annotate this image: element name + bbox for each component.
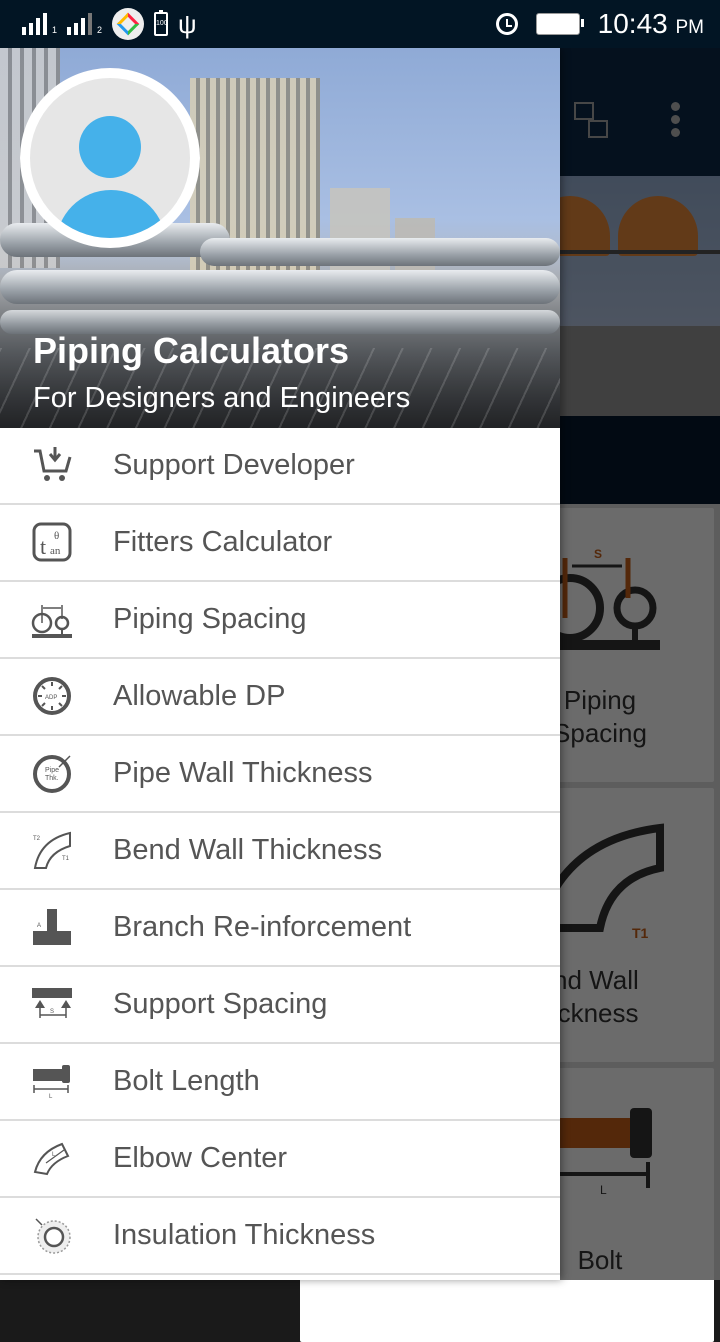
svg-text:θ: θ xyxy=(54,530,59,542)
elbow-icon: L xyxy=(30,1138,74,1178)
svg-text:L: L xyxy=(49,1094,53,1100)
battery-small-label: 100 xyxy=(156,20,168,27)
usb-icon: ψ xyxy=(178,9,197,39)
svg-text:ADP: ADP xyxy=(45,695,57,701)
menu-item-bend-wall-thickness[interactable]: T2 T1 Bend Wall Thickness xyxy=(0,813,560,890)
drawer-menu: Support Developer t an θ Fitters Calculato… xyxy=(0,428,560,1275)
sim2-label: 2 xyxy=(97,25,103,35)
menu-item-support-spacing[interactable]: S Support Spacing xyxy=(0,967,560,1044)
svg-text:an: an xyxy=(50,545,61,557)
clock: 10:43 PM xyxy=(598,8,704,40)
branch-tee-icon: A xyxy=(30,907,74,947)
menu-item-label: Elbow Center xyxy=(113,1142,288,1174)
support-spacing-icon: S xyxy=(30,984,74,1024)
svg-text:T2: T2 xyxy=(33,836,41,842)
menu-item-piping-spacing[interactable]: Piping Spacing xyxy=(0,582,560,659)
menu-item-label: Fitters Calculator xyxy=(113,526,333,558)
menu-item-label: Bolt Length xyxy=(113,1065,260,1097)
menu-item-bolt-length[interactable]: L Bolt Length xyxy=(0,1044,560,1121)
pipe-graphic xyxy=(0,270,560,304)
menu-item-allowable-dp[interactable]: ADP Allowable DP xyxy=(0,659,560,736)
pipe-thickness-icon: Pipe Thk. xyxy=(30,753,74,793)
pipe-graphic xyxy=(200,238,560,266)
drawer-subtitle: For Designers and Engineers xyxy=(33,382,411,414)
signal-sim1-icon: 1 xyxy=(22,13,57,35)
app-notification-icon xyxy=(112,8,145,40)
menu-item-support-developer[interactable]: Support Developer xyxy=(0,428,560,505)
battery-icon xyxy=(535,13,584,35)
default-user-avatar-icon xyxy=(30,78,190,238)
menu-item-branch-reinforcement[interactable]: A Branch Re-inforcement xyxy=(0,890,560,967)
menu-item-insulation-thickness[interactable]: Insulation Thickness xyxy=(0,1198,560,1275)
svg-text:S: S xyxy=(50,1009,54,1015)
sim1-label: 1 xyxy=(52,25,58,35)
menu-item-label: Support Spacing xyxy=(113,988,328,1020)
menu-item-label: Branch Re-inforcement xyxy=(113,911,412,943)
menu-item-label: Support Developer xyxy=(113,449,355,481)
navigation-drawer: Piping Calculators For Designers and Eng… xyxy=(0,48,560,1280)
svg-text:Pipe: Pipe xyxy=(45,767,59,774)
menu-item-label: Allowable DP xyxy=(113,680,286,712)
menu-item-label: Bend Wall Thickness xyxy=(113,834,383,866)
menu-item-elbow-center[interactable]: L Elbow Center xyxy=(0,1121,560,1198)
svg-text:A: A xyxy=(37,923,41,929)
pipe-spacing-icon xyxy=(30,599,74,639)
pressure-gauge-icon: ADP xyxy=(30,676,74,716)
svg-text:t: t xyxy=(40,534,46,559)
svg-text:L: L xyxy=(52,1152,56,1158)
status-bar: 1 2 100 ψ 10:43 PM xyxy=(0,0,720,48)
insulation-icon xyxy=(30,1215,74,1255)
drawer-title: Piping Calculators xyxy=(33,330,350,371)
menu-item-pipe-wall-thickness[interactable]: Pipe Thk. Pipe Wall Thickness xyxy=(0,736,560,813)
bolt-icon: L xyxy=(30,1061,74,1101)
bend-thickness-icon: T2 T1 xyxy=(30,830,74,870)
svg-text:Thk.: Thk. xyxy=(45,775,59,782)
avatar[interactable] xyxy=(20,68,200,248)
cart-download-icon xyxy=(30,445,74,485)
svg-text:T1: T1 xyxy=(62,856,70,862)
clock-ampm: PM xyxy=(675,17,705,38)
drawer-header: Piping Calculators For Designers and Eng… xyxy=(0,48,560,428)
alarm-icon xyxy=(495,13,518,35)
menu-item-fitters-calculator[interactable]: t an θ Fitters Calculator xyxy=(0,505,560,582)
clock-time: 10:43 xyxy=(597,8,668,39)
menu-item-label: Insulation Thickness xyxy=(113,1219,376,1251)
menu-item-label: Piping Spacing xyxy=(113,603,307,635)
tan-theta-icon: t an θ xyxy=(30,522,74,562)
menu-item-label: Pipe Wall Thickness xyxy=(113,757,373,789)
battery-saver-icon: 100 xyxy=(154,10,169,36)
signal-sim2-icon: 2 xyxy=(67,13,102,35)
